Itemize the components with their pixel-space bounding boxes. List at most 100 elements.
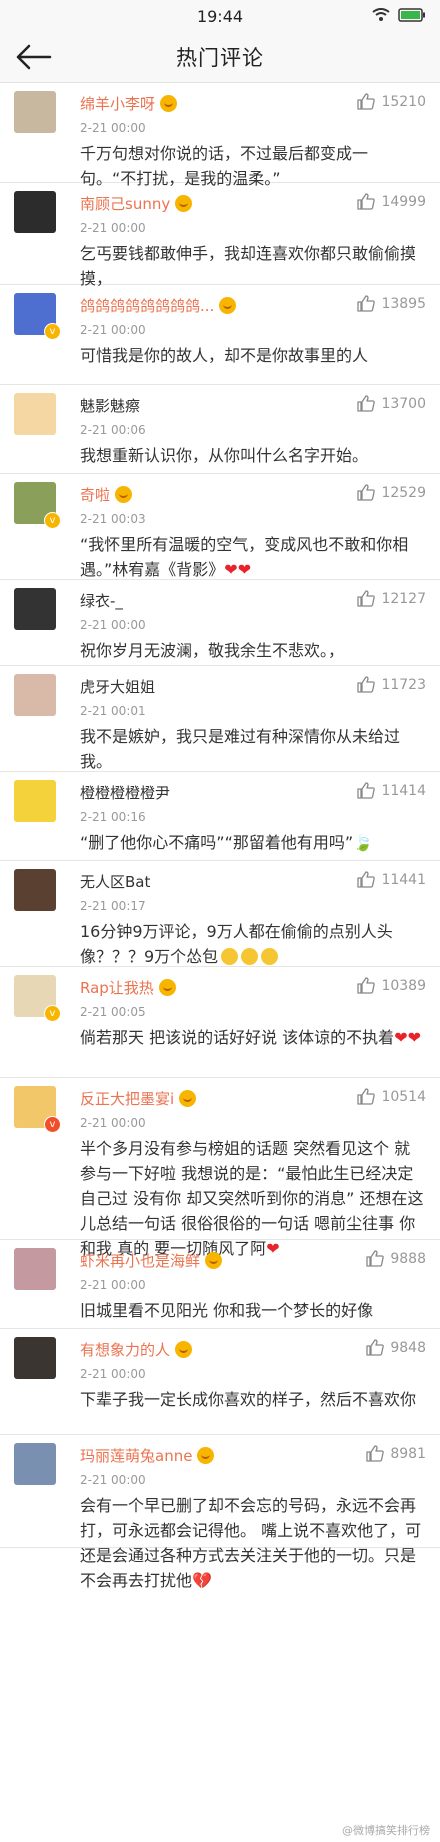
emoji-face-icon [221, 948, 239, 965]
comment-item: 绿衣-_ 2-21 00:00 12127 祝你岁月无波澜，敬我余生不悲欢。， [0, 580, 440, 666]
page-title: 热门评论 [176, 46, 264, 70]
like-button[interactable]: 10389 [357, 977, 426, 994]
comment-time: 2-21 00:03 [80, 512, 146, 526]
user-name-text[interactable]: Rap让我热 [80, 979, 154, 997]
member-crown-icon [175, 1341, 193, 1358]
comment-time: 2-21 00:00 [80, 1473, 146, 1487]
like-button[interactable]: 15210 [357, 93, 426, 110]
user-name-text[interactable]: 鸽鸽鸽鸽鸽鸽鸽鸽... [80, 297, 214, 315]
back-arrow-icon[interactable] [16, 44, 52, 70]
user-name-text[interactable]: 反正大把墨宴i [80, 1090, 174, 1108]
thumbs-up-icon [357, 295, 376, 312]
thumbs-up-icon [366, 1445, 385, 1462]
avatar[interactable] [14, 869, 56, 911]
comment-text-body: 可惜我是你的故人，却不是你故事里的人 [80, 346, 369, 365]
user-name-text[interactable]: 绵羊小李呀 [80, 95, 155, 113]
thumbs-up-icon [357, 782, 376, 799]
comment-item: v 鸽鸽鸽鸽鸽鸽鸽鸽... 2-21 00:00 13895 可惜我是你的故人，却不是你… [0, 285, 440, 385]
like-button[interactable]: 10514 [357, 1088, 426, 1105]
emoji-face-icon [261, 948, 279, 965]
comment-time: 2-21 00:00 [80, 1367, 146, 1381]
like-button[interactable]: 11723 [357, 676, 426, 693]
avatar[interactable] [14, 91, 56, 133]
user-name[interactable]: 奇啦 [80, 484, 133, 505]
heart-emoji-icon: ❤❤ [224, 560, 252, 579]
verified-badge-icon: v [44, 323, 61, 340]
avatar[interactable] [14, 780, 56, 822]
thumbs-up-icon [357, 484, 376, 501]
like-button[interactable]: 11441 [357, 871, 426, 888]
comment-text-body: 乞丐要钱都敢伸手，我却连喜欢你都只敢偷偷摸摸， [80, 244, 417, 288]
avatar[interactable] [14, 1443, 56, 1485]
user-name-text[interactable]: 虎牙大姐姐 [80, 678, 155, 696]
leaf-emoji-icon: 🍃 [353, 833, 374, 852]
like-count: 9888 [390, 1250, 426, 1267]
thumbs-up-icon [357, 871, 376, 888]
comment-time: 2-21 00:16 [80, 810, 146, 824]
watermark: @微博搞笑排行榜 [342, 1824, 430, 1837]
like-count: 8981 [390, 1445, 426, 1462]
avatar[interactable] [14, 674, 56, 716]
like-count: 13895 [381, 295, 426, 312]
status-time: 19:44 [196, 6, 244, 26]
user-name[interactable]: 有想象力的人 [80, 1339, 193, 1360]
user-name-text[interactable]: 南顾己sunny [80, 195, 170, 213]
heart-emoji-icon: ❤❤ [394, 1028, 421, 1047]
user-name[interactable]: 南顾己sunny [80, 193, 193, 214]
verified-badge-icon: v [44, 1116, 61, 1133]
user-name-text[interactable]: 无人区Bat [80, 873, 150, 891]
user-name[interactable]: 绿衣-_ [80, 590, 123, 611]
avatar[interactable] [14, 191, 56, 233]
like-button[interactable]: 13895 [357, 295, 426, 312]
user-name-text[interactable]: 有想象力的人 [80, 1341, 170, 1359]
user-name-text[interactable]: 虾米再小也是海鲜 [80, 1252, 200, 1270]
like-button[interactable]: 9888 [366, 1250, 426, 1267]
member-crown-icon [219, 297, 237, 314]
avatar[interactable] [14, 393, 56, 435]
user-name[interactable]: 虾米再小也是海鲜 [80, 1250, 223, 1271]
comment-text-body: 祝你岁月无波澜，敬我余生不悲欢。， [80, 641, 345, 660]
like-button[interactable]: 12127 [357, 590, 426, 607]
user-name-text[interactable]: 绿衣-_ [80, 592, 123, 610]
user-name-text[interactable]: 橙橙橙橙橙尹 [80, 784, 170, 802]
comment-text: 乞丐要钱都敢伸手，我却连喜欢你都只敢偷偷摸摸， [80, 241, 424, 291]
user-name[interactable]: 反正大把墨宴i [80, 1088, 197, 1109]
user-name[interactable]: 橙橙橙橙橙尹 [80, 782, 170, 803]
comment-text: 祝你岁月无波澜，敬我余生不悲欢。， [80, 638, 424, 663]
like-button[interactable]: 13700 [357, 395, 426, 412]
comment-item: 南顾己sunny 2-21 00:00 14999 乞丐要钱都敢伸手，我却连喜欢你都只… [0, 183, 440, 288]
comment-text: 下辈子我一定长成你喜欢的样子，然后不喜欢你 [80, 1387, 424, 1412]
like-button[interactable]: 12529 [357, 484, 426, 501]
verified-badge-icon: v [44, 1005, 61, 1022]
thumbs-up-icon [357, 93, 376, 110]
thumbs-up-icon [357, 676, 376, 693]
comment-time: 2-21 00:00 [80, 323, 146, 337]
user-name[interactable]: 玛丽莲萌兔anne [80, 1445, 215, 1466]
user-name[interactable]: 鸽鸽鸽鸽鸽鸽鸽鸽... [80, 295, 237, 316]
member-crown-icon [175, 195, 193, 212]
user-name-text[interactable]: 奇啦 [80, 486, 110, 504]
comment-item: 虾米再小也是海鲜 2-21 00:00 9888 旧城里看不见阳光 你和我一个梦长的好… [0, 1240, 440, 1329]
avatar[interactable] [14, 588, 56, 630]
comment-text-body: 倘若那天 把该说的话好好说 该体谅的不执着 [80, 1028, 395, 1047]
like-count: 9848 [390, 1339, 426, 1356]
like-button[interactable]: 9848 [366, 1339, 426, 1356]
like-count: 15210 [381, 93, 426, 110]
member-crown-icon [115, 486, 133, 503]
comment-text: “删了他你心不痛吗”“那留着他有用吗”🍃 [80, 830, 424, 855]
avatar[interactable] [14, 1248, 56, 1290]
member-crown-icon [179, 1090, 197, 1107]
wifi-icon [372, 8, 390, 21]
avatar[interactable] [14, 1337, 56, 1379]
user-name-text[interactable]: 魅影魅瘵 [80, 397, 140, 415]
member-crown-icon [197, 1447, 215, 1464]
user-name-text[interactable]: 玛丽莲萌兔anne [80, 1447, 192, 1465]
user-name[interactable]: 虎牙大姐姐 [80, 676, 155, 697]
user-name[interactable]: 魅影魅瘵 [80, 395, 140, 416]
user-name[interactable]: 绵羊小李呀 [80, 93, 178, 114]
like-button[interactable]: 11414 [357, 782, 426, 799]
like-button[interactable]: 8981 [366, 1445, 426, 1462]
user-name[interactable]: Rap让我热 [80, 977, 176, 998]
user-name[interactable]: 无人区Bat [80, 871, 150, 892]
like-button[interactable]: 14999 [357, 193, 426, 210]
